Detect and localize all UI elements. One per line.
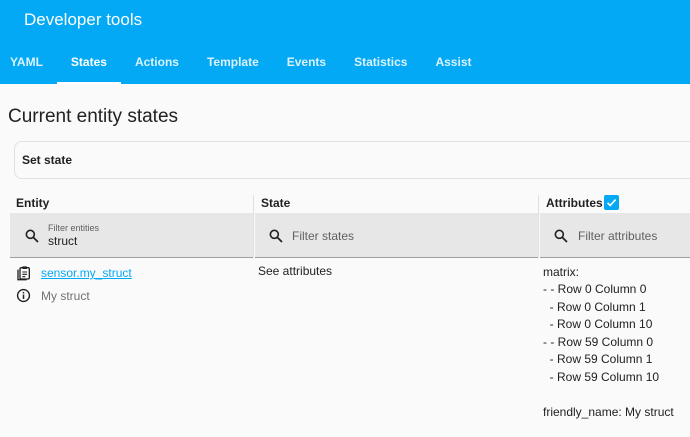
tab-yaml[interactable]: YAML [0, 40, 57, 84]
search-icon [25, 229, 39, 243]
attribute-line: - Row 59 Column 1 [543, 352, 653, 366]
state-column-header: State [261, 196, 291, 210]
app-toolbar: Developer tools YAML States Actions Temp… [0, 0, 690, 84]
tab-actions[interactable]: Actions [121, 40, 193, 84]
tab-bar: YAML States Actions Template Events Stat… [0, 40, 486, 84]
entity-id-link[interactable]: sensor.my_struct [41, 265, 132, 281]
entity-filter-field[interactable]: Filter entities struct [10, 213, 253, 258]
tab-events[interactable]: Events [273, 40, 340, 84]
entity-column-header: Entity [16, 196, 50, 210]
tab-assist[interactable]: Assist [421, 40, 485, 84]
state-value: See attributes [258, 264, 333, 278]
attributes-filter-field[interactable]: Filter attributes [540, 213, 690, 258]
search-icon [554, 229, 568, 243]
state-filter-field[interactable]: Filter states [255, 213, 538, 258]
clipboard-icon[interactable] [16, 265, 32, 281]
attribute-line: - Row 59 Column 10 [543, 370, 660, 384]
tab-template[interactable]: Template [193, 40, 273, 84]
search-icon [269, 229, 283, 243]
attribute-line: - - Row 59 Column 0 [543, 335, 654, 349]
checkmark-icon [606, 199, 617, 207]
column-divider [538, 195, 539, 258]
state-filter-placeholder: Filter states [292, 229, 355, 243]
attributes-filter-placeholder: Filter attributes [578, 229, 658, 243]
attribute-line: - - Row 0 Column 0 [543, 282, 647, 296]
set-state-label: Set state [22, 153, 73, 167]
info-icon[interactable] [16, 288, 31, 303]
column-divider [253, 195, 254, 258]
attribute-line: matrix: [543, 265, 579, 279]
attributes-checkbox[interactable] [604, 195, 619, 210]
attribute-line: - Row 0 Column 10 [543, 317, 653, 331]
app-title: Developer tools [24, 10, 143, 29]
page-title: Current entity states [8, 106, 179, 127]
entity-friendly-name: My struct [41, 289, 90, 303]
entity-filter-value[interactable]: struct [48, 234, 77, 248]
tab-statistics[interactable]: Statistics [340, 40, 421, 84]
attributes-column-header: Attributes [546, 196, 603, 210]
attribute-line: - Row 0 Column 1 [543, 300, 646, 314]
attribute-line: friendly_name: My struct [543, 405, 674, 419]
tab-states[interactable]: States [56, 40, 121, 84]
set-state-panel[interactable]: Set state [14, 141, 690, 179]
entity-filter-label: Filter entities [48, 223, 100, 233]
